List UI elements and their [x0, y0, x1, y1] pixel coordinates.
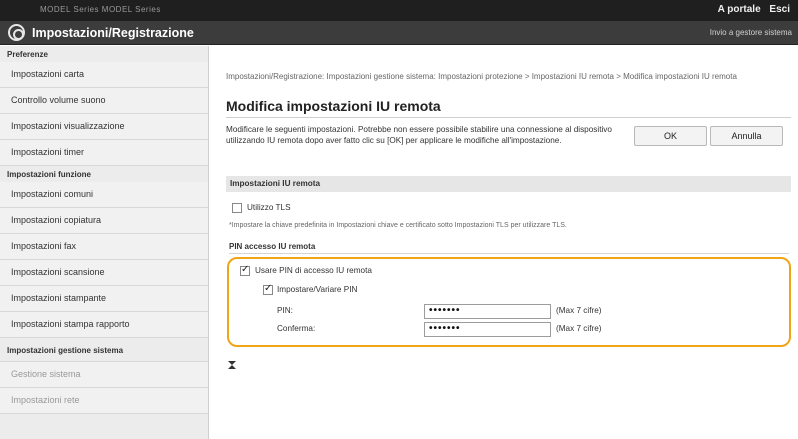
main-content: Impostazioni/Registrazione: Impostazioni… [219, 46, 791, 439]
page-header-title: Impostazioni/Registrazione [32, 26, 194, 40]
scroll-top-icon[interactable] [228, 361, 236, 369]
exit-link[interactable]: Esci [769, 4, 790, 15]
title-divider [226, 117, 791, 118]
use-tls-label: Utilizzo TLS [247, 203, 291, 212]
cancel-button[interactable]: Annulla [710, 126, 783, 146]
send-to-admin-link[interactable]: Invio a gestore sistema [710, 28, 792, 37]
use-pin-checkbox[interactable] [240, 264, 250, 276]
gear-icon [8, 24, 25, 41]
sidebar-item-volume[interactable]: Controllo volume suono [0, 88, 208, 114]
confirm-field-label: Conferma: [277, 324, 316, 333]
sidebar-item-timer[interactable]: Impostazioni timer [0, 140, 208, 166]
pin-section-divider [229, 253, 789, 254]
top-bar: MODEL Series MODEL Series A portale Esci [0, 0, 798, 21]
sidebar-item-network[interactable]: Impostazioni rete [0, 388, 208, 414]
sidebar-item-scan[interactable]: Impostazioni scansione [0, 260, 208, 286]
ok-button[interactable]: OK [634, 126, 707, 146]
top-links: A portale Esci [712, 4, 790, 15]
pin-hint: (Max 7 cifre) [556, 306, 602, 315]
description-text: Modificare le seguenti impostazioni. Pot… [226, 125, 612, 145]
confirm-hint: (Max 7 cifre) [556, 324, 602, 333]
breadcrumb: Impostazioni/Registrazione: Impostazioni… [226, 72, 737, 81]
sidebar-header-functions: Impostazioni funzione [0, 166, 208, 182]
pin-field-label: PIN: [277, 306, 293, 315]
set-change-pin-label: Impostare/Variare PIN [277, 285, 358, 294]
pin-section-title: PIN accesso IU remota [229, 242, 316, 251]
sidebar: Preferenze Impostazioni carta Controllo … [0, 46, 209, 439]
device-name: MODEL Series MODEL Series [40, 5, 161, 14]
sidebar-item-system-management[interactable]: Gestione sistema [0, 362, 208, 388]
sidebar-header-system: Impostazioni gestione sistema [0, 338, 208, 362]
sidebar-item-printer[interactable]: Impostazioni stampante [0, 286, 208, 312]
sidebar-item-common[interactable]: Impostazioni comuni [0, 182, 208, 208]
sidebar-item-paper-settings[interactable]: Impostazioni carta [0, 62, 208, 88]
set-change-pin-checkbox[interactable] [263, 283, 273, 295]
section-header-remote-ui: Impostazioni IU remota [226, 176, 791, 192]
sidebar-item-display[interactable]: Impostazioni visualizzazione [0, 114, 208, 140]
use-pin-label: Usare PIN di accesso IU remota [255, 266, 372, 275]
pin-input[interactable]: ••••••• [424, 304, 551, 319]
title-bar: Impostazioni/Registrazione Invio a gesto… [0, 21, 798, 45]
sidebar-item-report[interactable]: Impostazioni stampa rapporto [0, 312, 208, 338]
sidebar-item-fax[interactable]: Impostazioni fax [0, 234, 208, 260]
sidebar-item-copy[interactable]: Impostazioni copiatura [0, 208, 208, 234]
confirm-pin-input[interactable]: ••••••• [424, 322, 551, 337]
portal-link[interactable]: A portale [718, 4, 761, 15]
use-tls-checkbox[interactable] [232, 203, 242, 213]
tls-note: *Impostare la chiave predefinita in Impo… [229, 222, 567, 229]
page-title: Modifica impostazioni IU remota [226, 98, 441, 114]
sidebar-header-preferences: Preferenze [0, 46, 208, 62]
